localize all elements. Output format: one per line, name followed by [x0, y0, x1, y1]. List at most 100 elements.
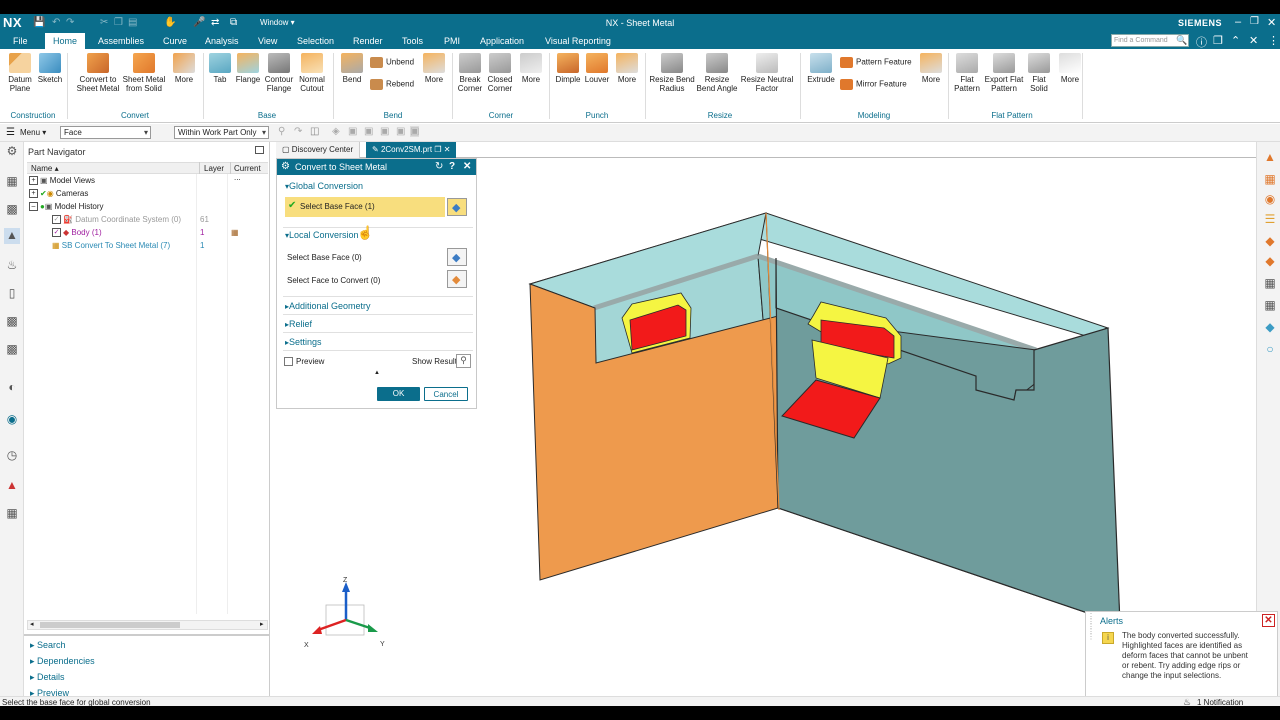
horizontal-scrollbar[interactable]: ◂ ▸: [27, 620, 268, 630]
ok-button[interactable]: OK: [377, 387, 420, 401]
dimple-button[interactable]: Dimple: [553, 53, 583, 84]
assembly-navigator-icon[interactable]: ▦: [4, 174, 20, 190]
section-dependencies[interactable]: ▸ Dependencies: [30, 656, 95, 667]
normal-cutout-button[interactable]: Normal Cutout: [297, 53, 327, 93]
select-face-convert-button[interactable]: ◆: [447, 270, 467, 288]
column-divider[interactable]: [199, 162, 200, 174]
reset-icon[interactable]: ↻: [435, 161, 443, 172]
scroll-left-icon[interactable]: ◂: [30, 620, 34, 628]
tab-selection[interactable]: Selection: [297, 36, 334, 46]
shaded-icon[interactable]: ◉: [1262, 192, 1278, 208]
flange-button[interactable]: Flange: [234, 53, 262, 84]
settings-icon[interactable]: ⚙: [4, 144, 20, 160]
unbend-button[interactable]: Unbend: [370, 57, 414, 68]
flat-solid-button[interactable]: Flat Solid: [1026, 53, 1052, 93]
palette-icon[interactable]: ▲: [4, 478, 20, 494]
part-navigator-icon[interactable]: ▲: [4, 228, 20, 244]
tree-node-convert-to-sheet-metal[interactable]: ▦ SB Convert To Sheet Metal (7): [52, 241, 170, 250]
column-divider[interactable]: [230, 162, 231, 174]
minimize-icon[interactable]: –: [1235, 16, 1241, 28]
datum-plane-button[interactable]: Datum Plane: [4, 53, 36, 93]
convert-more-button[interactable]: More: [168, 53, 200, 84]
dialog-title-bar[interactable]: ⚙ Convert to Sheet Metal ↻ ? ✕: [277, 159, 476, 175]
help-icon[interactable]: ?: [449, 161, 455, 172]
column-layer[interactable]: Layer: [204, 164, 224, 173]
hd3d-tools-icon[interactable]: ▩: [4, 314, 20, 330]
layer-icon[interactable]: ▦: [1262, 298, 1278, 314]
select-icon[interactable]: ↷: [294, 126, 302, 137]
maximize-icon[interactable]: [255, 146, 264, 154]
tree-node-datum-csys[interactable]: ✓ ⛽ Datum Coordinate System (0): [52, 215, 181, 225]
cancel-button[interactable]: Cancel: [424, 387, 468, 401]
close-doc-icon[interactable]: ✕: [1249, 34, 1258, 47]
tab-analysis[interactable]: Analysis: [205, 36, 239, 46]
scrollbar-thumb[interactable]: [40, 622, 180, 628]
tab-part-file[interactable]: ✎ 2Conv2SM.prt ❐ ✕: [366, 142, 457, 158]
view-triad[interactable]: Z X Y: [304, 577, 385, 649]
tab-tools[interactable]: Tools: [402, 36, 423, 46]
tree-node-body[interactable]: ✓ ◆ Body (1): [52, 228, 102, 238]
select-face-button[interactable]: ◆: [447, 198, 467, 216]
tree-node-model-history[interactable]: – ●▣ Model History: [29, 202, 104, 212]
wireframe-icon[interactable]: ▦: [1262, 276, 1278, 292]
section-details[interactable]: ▸ Details: [30, 672, 65, 683]
close-icon[interactable]: ✕: [463, 161, 471, 172]
tab-pmi[interactable]: PMI: [444, 36, 460, 46]
punch-more-button[interactable]: More: [613, 53, 641, 84]
measure-icon[interactable]: ○: [1262, 342, 1278, 358]
plane-icon[interactable]: ◆: [1262, 320, 1278, 336]
filter-icon[interactable]: ◫: [310, 126, 319, 137]
home-view-icon[interactable]: ▲: [1262, 150, 1278, 166]
menu-button[interactable]: Menu ▾: [20, 128, 46, 137]
show-result-button[interactable]: ⚲: [456, 354, 471, 368]
search-icon[interactable]: 🔍: [1176, 35, 1187, 46]
restore-ribbon-icon[interactable]: ❐: [1213, 34, 1223, 47]
flat-pattern-button[interactable]: Flat Pattern: [953, 53, 981, 93]
louver-button[interactable]: Louver: [583, 53, 611, 84]
column-name[interactable]: Name ▴: [31, 164, 59, 173]
preview-checkbox[interactable]: [284, 357, 293, 366]
point-icon[interactable]: ◈: [332, 126, 340, 137]
mirror-feature-button[interactable]: Mirror Feature: [840, 79, 907, 90]
collapse-arrow-icon[interactable]: ▲: [374, 370, 380, 376]
drag-handle[interactable]: ⋮ ⋮ ⋮ ⋮ ⋮: [1087, 613, 1095, 641]
section-search[interactable]: ▸ Search: [30, 640, 66, 651]
section-global-conversion[interactable]: Global Conversion: [285, 181, 363, 191]
column-current[interactable]: Current ...: [234, 164, 268, 182]
sheet-metal-from-solid-button[interactable]: Sheet Metal from Solid: [122, 53, 166, 93]
resize-bend-radius-button[interactable]: Resize Bend Radius: [648, 53, 696, 93]
contour-flange-button[interactable]: Contour Flange: [262, 53, 296, 93]
type-filter-select[interactable]: Face: [60, 126, 151, 139]
scope-filter-select[interactable]: Within Work Part Only: [174, 126, 269, 139]
collapse-icon[interactable]: –: [29, 202, 38, 212]
process-studio-icon[interactable]: ◐: [4, 380, 20, 396]
checkbox-icon[interactable]: ✓: [52, 215, 61, 225]
close-icon[interactable]: ✕: [1267, 16, 1276, 29]
checkbox-icon[interactable]: ✓: [52, 228, 61, 238]
tab-file[interactable]: File: [13, 36, 28, 46]
tab-curve[interactable]: Curve: [163, 36, 187, 46]
more-icon[interactable]: ⋮: [1268, 34, 1279, 47]
sketch-button[interactable]: Sketch: [36, 53, 64, 84]
tab-discovery-center[interactable]: ▢ Discovery Center: [276, 142, 361, 158]
export-flat-pattern-button[interactable]: Export Flat Pattern: [983, 53, 1025, 93]
tab-visual-reporting[interactable]: Visual Reporting: [545, 36, 611, 46]
tab-home[interactable]: Home: [45, 33, 86, 49]
section-settings[interactable]: Settings: [285, 337, 322, 347]
reuse-library-icon[interactable]: ♨: [4, 258, 20, 274]
roles-icon[interactable]: ▦: [4, 506, 20, 522]
break-corner-button[interactable]: Break Corner: [455, 53, 485, 93]
tree-node-model-views[interactable]: + ▣ Model Views: [29, 176, 95, 186]
select-base-face-button[interactable]: ◆: [447, 248, 467, 266]
web-browser-icon[interactable]: ▩: [4, 342, 20, 358]
convert-to-sheet-metal-button[interactable]: Convert to Sheet Metal: [74, 53, 122, 93]
close-tab-icon[interactable]: ✕: [444, 145, 451, 154]
face-icon[interactable]: ▣: [396, 126, 405, 137]
tree-node-cameras[interactable]: + ✔◉ Cameras: [29, 189, 88, 199]
flat-more-button[interactable]: More: [1056, 53, 1084, 84]
fit-view-icon[interactable]: ▦: [1262, 172, 1278, 188]
resize-neutral-factor-button[interactable]: Resize Neutral Factor: [740, 53, 794, 93]
snap-point-icon[interactable]: ⚲: [278, 126, 285, 137]
resize-bend-angle-button[interactable]: Resize Bend Angle: [696, 53, 738, 93]
tab-view[interactable]: View: [258, 36, 277, 46]
